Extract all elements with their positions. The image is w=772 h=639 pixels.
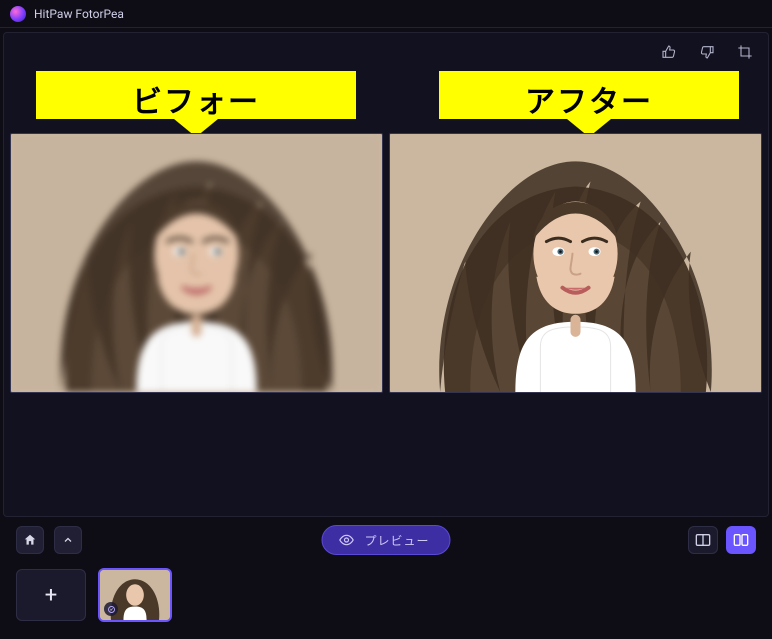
- preview-label: プレビュー: [364, 532, 429, 549]
- thumb-up-icon[interactable]: [660, 43, 678, 61]
- home-button[interactable]: [16, 526, 44, 554]
- portrait-illustration: [390, 134, 761, 392]
- expand-up-button[interactable]: [54, 526, 82, 554]
- app-logo-icon: [10, 6, 26, 22]
- chevron-up-icon: [62, 534, 74, 546]
- single-view-button[interactable]: [688, 526, 718, 554]
- toolbar-right: [688, 526, 756, 554]
- title-bar: HitPaw FotorPea: [0, 0, 772, 28]
- after-image[interactable]: [389, 133, 762, 393]
- before-image[interactable]: + −: [10, 133, 383, 393]
- split-view-icon: [733, 533, 749, 547]
- toolbar-center: プレビュー: [321, 525, 450, 555]
- toolbar-left: [16, 526, 82, 554]
- after-banner: アフター: [439, 71, 739, 119]
- home-icon: [23, 533, 37, 547]
- canvas-area: ビフォー アフター + −: [3, 32, 769, 517]
- thumbnail-strip: +: [4, 564, 768, 626]
- before-label: ビフォー: [36, 77, 356, 121]
- preview-button[interactable]: プレビュー: [321, 525, 450, 555]
- thumb-down-icon[interactable]: [698, 43, 716, 61]
- plus-icon: +: [45, 583, 57, 608]
- after-label: アフター: [439, 77, 739, 121]
- app-title: HitPaw FotorPea: [34, 7, 124, 21]
- before-banner: ビフォー: [36, 71, 356, 119]
- eye-icon: [338, 532, 354, 548]
- bottom-toolbar: プレビュー: [4, 522, 768, 558]
- thumbnail-selected[interactable]: [98, 568, 172, 622]
- single-view-icon: [695, 533, 711, 547]
- enhance-badge-icon: [104, 602, 118, 616]
- compare-pair: + −: [10, 133, 762, 393]
- split-view-button[interactable]: [726, 526, 756, 554]
- canvas-actions: [660, 43, 754, 61]
- crop-icon[interactable]: [736, 43, 754, 61]
- add-image-button[interactable]: +: [16, 569, 86, 621]
- portrait-illustration: [11, 134, 382, 392]
